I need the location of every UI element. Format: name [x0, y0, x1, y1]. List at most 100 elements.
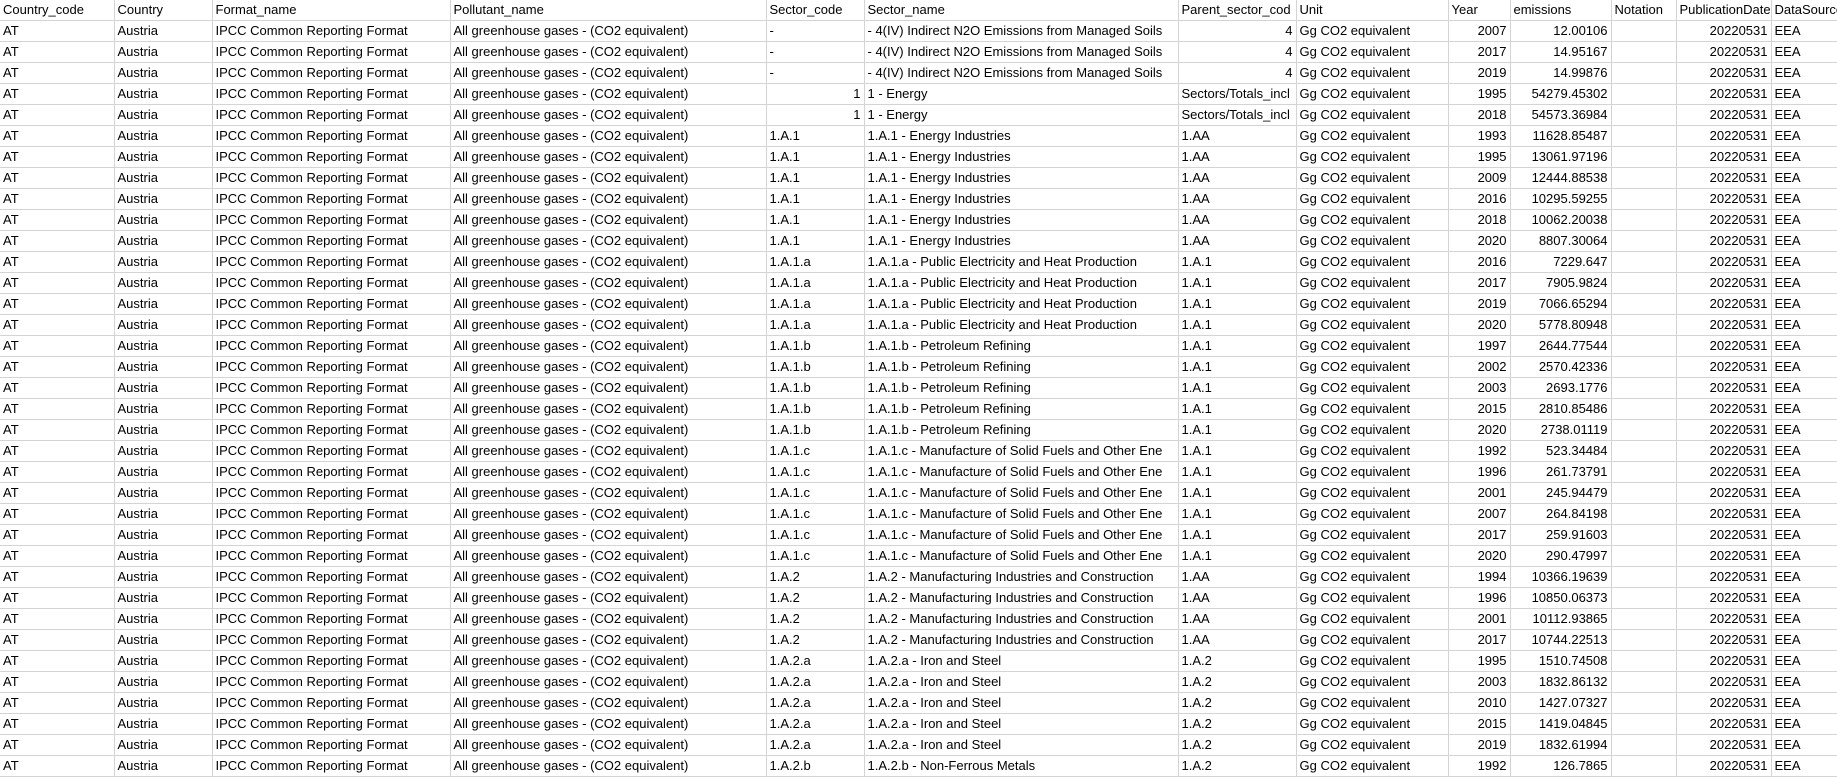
cell-pollutant-name[interactable]: All greenhouse gases - (CO2 equivalent) [450, 398, 767, 420]
cell-country-code[interactable]: AT [0, 755, 115, 777]
cell-data-source[interactable]: EEA [1771, 335, 1837, 357]
header-cell-sector-code[interactable]: Sector_code [766, 0, 865, 21]
cell-emissions[interactable]: 126.7865 [1510, 755, 1612, 777]
cell-emissions[interactable]: 2738.01119 [1510, 419, 1612, 441]
cell-country[interactable]: Austria [114, 293, 213, 315]
cell-country-code[interactable]: AT [0, 20, 115, 42]
cell-country[interactable]: Austria [114, 41, 213, 63]
cell-country-code[interactable]: AT [0, 188, 115, 210]
cell-notation[interactable] [1611, 650, 1677, 672]
cell-notation[interactable] [1611, 251, 1677, 273]
cell-notation[interactable] [1611, 755, 1677, 777]
cell-sector-code[interactable]: 1.A.2.b [766, 755, 865, 777]
cell-format-name[interactable]: IPCC Common Reporting Format [212, 167, 451, 189]
cell-sector-name[interactable]: 1 - Energy [864, 83, 1179, 105]
cell-pollutant-name[interactable]: All greenhouse gases - (CO2 equivalent) [450, 503, 767, 525]
cell-year[interactable]: 2017 [1448, 524, 1511, 546]
cell-format-name[interactable]: IPCC Common Reporting Format [212, 230, 451, 252]
cell-publication-date[interactable]: 20220531 [1676, 608, 1772, 630]
cell-notation[interactable] [1611, 335, 1677, 357]
cell-emissions[interactable]: 10112.93865 [1510, 608, 1612, 630]
cell-emissions[interactable]: 12.00106 [1510, 20, 1612, 42]
cell-publication-date[interactable]: 20220531 [1676, 41, 1772, 63]
cell-format-name[interactable]: IPCC Common Reporting Format [212, 671, 451, 693]
cell-emissions[interactable]: 12444.88538 [1510, 167, 1612, 189]
cell-pollutant-name[interactable]: All greenhouse gases - (CO2 equivalent) [450, 230, 767, 252]
cell-publication-date[interactable]: 20220531 [1676, 713, 1772, 735]
cell-unit[interactable]: Gg CO2 equivalent [1296, 314, 1449, 336]
cell-sector-code[interactable]: 1.A.1.c [766, 524, 865, 546]
header-cell-data-source[interactable]: DataSource [1771, 0, 1837, 21]
cell-pollutant-name[interactable]: All greenhouse gases - (CO2 equivalent) [450, 713, 767, 735]
cell-publication-date[interactable]: 20220531 [1676, 146, 1772, 168]
cell-unit[interactable]: Gg CO2 equivalent [1296, 524, 1449, 546]
cell-pollutant-name[interactable]: All greenhouse gases - (CO2 equivalent) [450, 209, 767, 231]
cell-publication-date[interactable]: 20220531 [1676, 482, 1772, 504]
cell-parent-sector-code[interactable]: 1.A.1 [1178, 335, 1297, 357]
cell-notation[interactable] [1611, 503, 1677, 525]
cell-parent-sector-code[interactable]: 4 [1178, 41, 1297, 63]
cell-unit[interactable]: Gg CO2 equivalent [1296, 755, 1449, 777]
cell-year[interactable]: 1993 [1448, 125, 1511, 147]
cell-country[interactable]: Austria [114, 440, 213, 462]
cell-country[interactable]: Austria [114, 188, 213, 210]
cell-country-code[interactable]: AT [0, 356, 115, 378]
cell-unit[interactable]: Gg CO2 equivalent [1296, 251, 1449, 273]
cell-pollutant-name[interactable]: All greenhouse gases - (CO2 equivalent) [450, 545, 767, 567]
cell-format-name[interactable]: IPCC Common Reporting Format [212, 566, 451, 588]
cell-pollutant-name[interactable]: All greenhouse gases - (CO2 equivalent) [450, 104, 767, 126]
cell-format-name[interactable]: IPCC Common Reporting Format [212, 335, 451, 357]
cell-sector-code[interactable]: 1.A.1 [766, 146, 865, 168]
cell-format-name[interactable]: IPCC Common Reporting Format [212, 629, 451, 651]
cell-country-code[interactable]: AT [0, 272, 115, 294]
cell-sector-name[interactable]: 1.A.1 - Energy Industries [864, 125, 1179, 147]
cell-data-source[interactable]: EEA [1771, 608, 1837, 630]
cell-format-name[interactable]: IPCC Common Reporting Format [212, 83, 451, 105]
cell-emissions[interactable]: 259.91603 [1510, 524, 1612, 546]
cell-year[interactable]: 2007 [1448, 20, 1511, 42]
header-cell-year[interactable]: Year [1448, 0, 1511, 21]
cell-country-code[interactable]: AT [0, 650, 115, 672]
cell-year[interactable]: 2020 [1448, 314, 1511, 336]
cell-sector-name[interactable]: 1.A.1.b - Petroleum Refining [864, 335, 1179, 357]
cell-publication-date[interactable]: 20220531 [1676, 587, 1772, 609]
cell-unit[interactable]: Gg CO2 equivalent [1296, 335, 1449, 357]
cell-sector-name[interactable]: 1.A.1.b - Petroleum Refining [864, 356, 1179, 378]
cell-parent-sector-code[interactable]: 1.A.1 [1178, 356, 1297, 378]
cell-format-name[interactable]: IPCC Common Reporting Format [212, 209, 451, 231]
cell-publication-date[interactable]: 20220531 [1676, 62, 1772, 84]
cell-unit[interactable]: Gg CO2 equivalent [1296, 650, 1449, 672]
cell-year[interactable]: 1995 [1448, 146, 1511, 168]
cell-format-name[interactable]: IPCC Common Reporting Format [212, 20, 451, 42]
cell-format-name[interactable]: IPCC Common Reporting Format [212, 398, 451, 420]
cell-publication-date[interactable]: 20220531 [1676, 755, 1772, 777]
cell-sector-name[interactable]: 1.A.1.b - Petroleum Refining [864, 419, 1179, 441]
cell-year[interactable]: 2019 [1448, 62, 1511, 84]
cell-publication-date[interactable]: 20220531 [1676, 650, 1772, 672]
cell-notation[interactable] [1611, 314, 1677, 336]
cell-data-source[interactable]: EEA [1771, 146, 1837, 168]
cell-year[interactable]: 1994 [1448, 566, 1511, 588]
cell-parent-sector-code[interactable]: 1.A.1 [1178, 419, 1297, 441]
cell-pollutant-name[interactable]: All greenhouse gases - (CO2 equivalent) [450, 734, 767, 756]
cell-sector-name[interactable]: - 4(IV) Indirect N2O Emissions from Mana… [864, 62, 1179, 84]
cell-year[interactable]: 2020 [1448, 419, 1511, 441]
cell-data-source[interactable]: EEA [1771, 524, 1837, 546]
cell-sector-code[interactable]: 1.A.1 [766, 230, 865, 252]
cell-emissions[interactable]: 11628.85487 [1510, 125, 1612, 147]
cell-format-name[interactable]: IPCC Common Reporting Format [212, 734, 451, 756]
cell-country-code[interactable]: AT [0, 587, 115, 609]
cell-pollutant-name[interactable]: All greenhouse gases - (CO2 equivalent) [450, 293, 767, 315]
cell-year[interactable]: 2001 [1448, 482, 1511, 504]
cell-sector-code[interactable]: 1.A.2 [766, 587, 865, 609]
cell-pollutant-name[interactable]: All greenhouse gases - (CO2 equivalent) [450, 440, 767, 462]
cell-pollutant-name[interactable]: All greenhouse gases - (CO2 equivalent) [450, 251, 767, 273]
cell-sector-name[interactable]: 1.A.2 - Manufacturing Industries and Con… [864, 629, 1179, 651]
cell-notation[interactable] [1611, 62, 1677, 84]
cell-sector-name[interactable]: 1.A.1.c - Manufacture of Solid Fuels and… [864, 482, 1179, 504]
cell-country-code[interactable]: AT [0, 104, 115, 126]
cell-sector-name[interactable]: 1.A.2 - Manufacturing Industries and Con… [864, 566, 1179, 588]
cell-notation[interactable] [1611, 566, 1677, 588]
cell-emissions[interactable]: 1510.74508 [1510, 650, 1612, 672]
cell-publication-date[interactable]: 20220531 [1676, 272, 1772, 294]
